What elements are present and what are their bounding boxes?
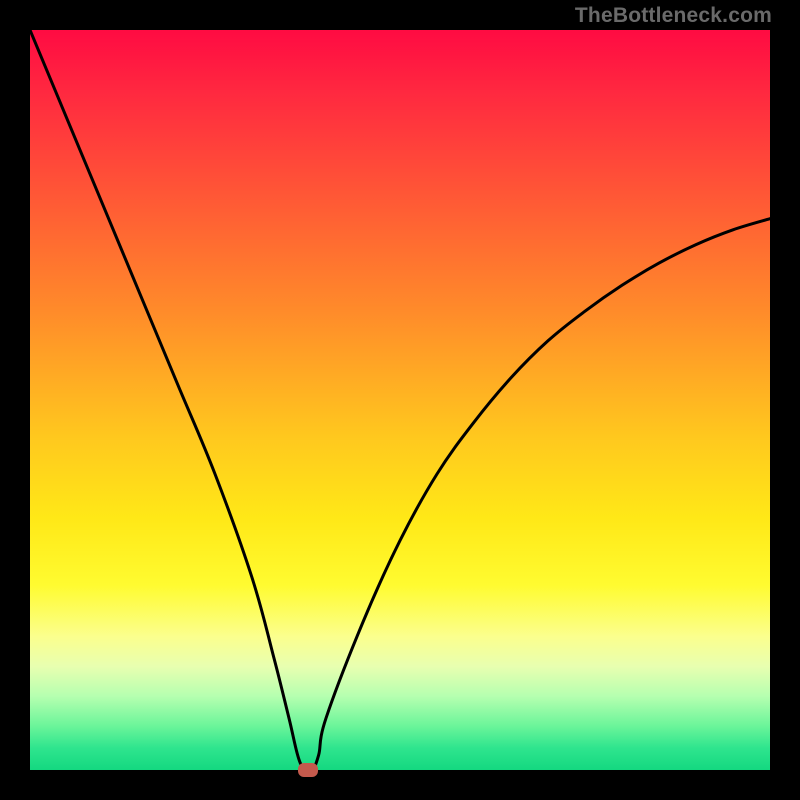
bottleneck-curve xyxy=(30,30,770,770)
chart-svg xyxy=(30,30,770,770)
optimal-point-marker xyxy=(298,763,318,777)
plot-area xyxy=(30,30,770,770)
watermark-text: TheBottleneck.com xyxy=(575,4,772,28)
chart-frame: TheBottleneck.com xyxy=(0,0,800,800)
